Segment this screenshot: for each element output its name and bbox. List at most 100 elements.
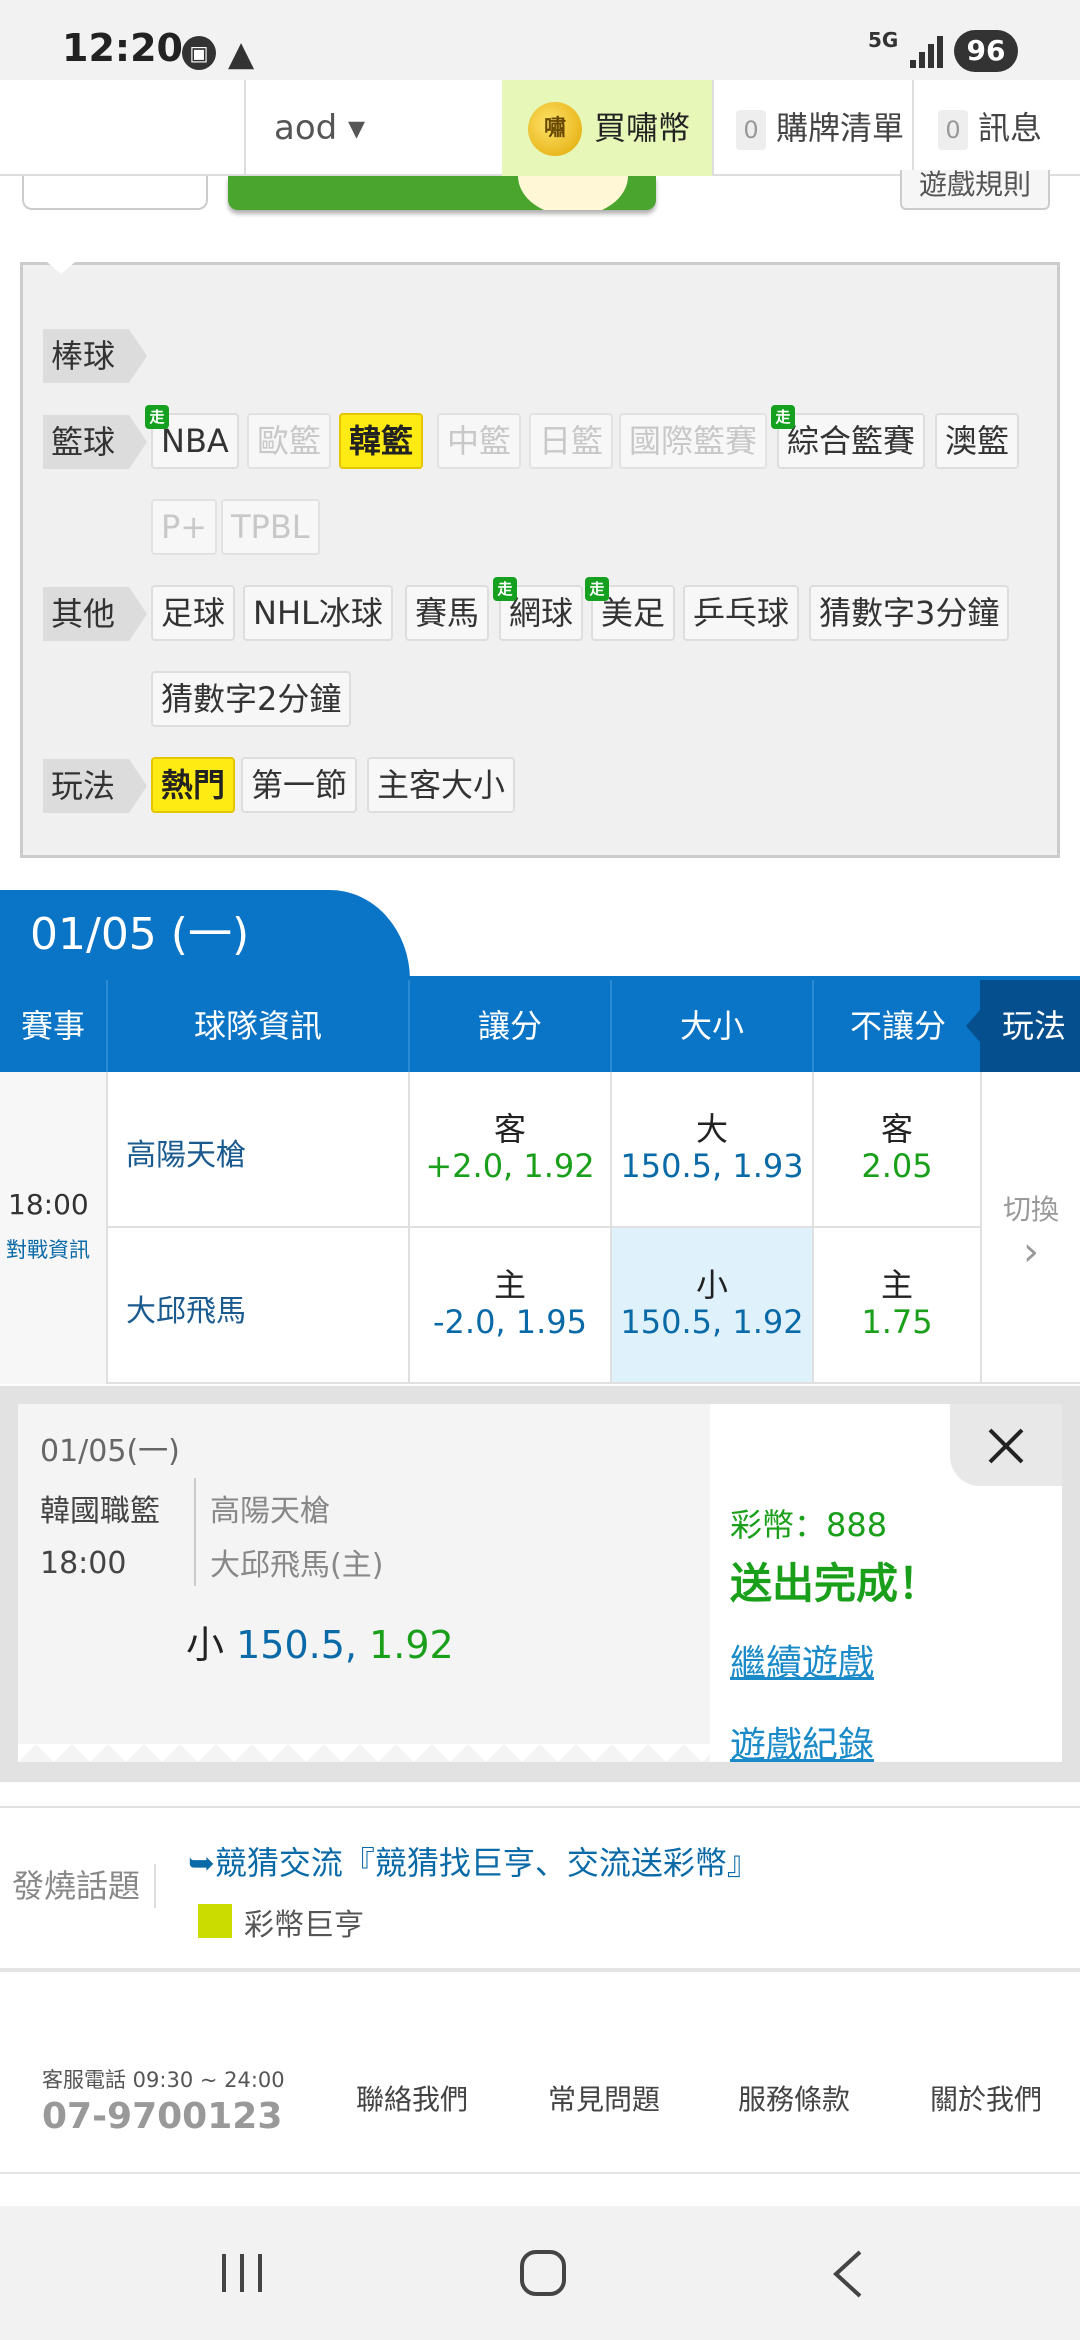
- slip-divider: [194, 1478, 196, 1586]
- odds-value: 1.75: [861, 1303, 933, 1341]
- away-team-name[interactable]: 高陽天槍: [126, 1130, 246, 1174]
- author-name: 彩幣巨亨: [244, 1908, 364, 1943]
- chip-tpbl[interactable]: TPBL: [221, 499, 320, 555]
- chip-popular[interactable]: 熱門: [151, 757, 236, 813]
- messages-label: 訊息: [978, 109, 1043, 147]
- header-team-info: 球隊資訊: [108, 980, 410, 1072]
- chip-p-plus[interactable]: P+: [151, 499, 218, 555]
- chip-label: 綜合籃賽: [787, 422, 916, 460]
- over-total-odds[interactable]: 大 150.5, 1.93: [612, 1072, 814, 1228]
- away-moneyline-odds[interactable]: 客 2.05: [814, 1072, 982, 1228]
- hot-topic-link[interactable]: ➥競猜交流『競猜找巨亨、交流送彩幣』: [188, 1838, 759, 1884]
- chip-euro-basketball[interactable]: 歐籃: [247, 413, 332, 469]
- chip-table-tennis[interactable]: 乒乓球: [683, 585, 800, 641]
- chip-australia-basketball[interactable]: 澳籃: [935, 413, 1020, 469]
- live-badge: 走: [145, 405, 169, 429]
- banner-left-box[interactable]: [22, 176, 208, 210]
- continue-game-link[interactable]: 繼續遊戲: [730, 1634, 874, 1686]
- category-play[interactable]: 玩法: [43, 759, 147, 813]
- chip-label: NBA: [161, 422, 229, 460]
- chip-japan-basketball[interactable]: 日籃: [529, 413, 614, 469]
- under-total-odds[interactable]: 小 150.5, 1.92: [612, 1228, 814, 1384]
- chip-first-quarter[interactable]: 第一節: [241, 757, 358, 813]
- cart-count: 0: [736, 110, 766, 150]
- away-spread-odds[interactable]: 客 +2.0, 1.92: [410, 1072, 612, 1228]
- switch-label: 切換: [1002, 1193, 1059, 1226]
- chip-tennis[interactable]: 走 網球: [493, 577, 584, 641]
- category-basketball[interactable]: 籃球: [43, 415, 147, 469]
- promo-banner[interactable]: [228, 176, 656, 210]
- bet-slip-summary: 01/05(一) 韓國職籃 18:00 高陽天槍 大邱飛馬(主) 小 150.5…: [18, 1404, 710, 1762]
- footer: 客服電話 09:30 ~ 24:00 07-9700123 聯絡我們 常見問題 …: [0, 1978, 1080, 2206]
- back-icon[interactable]: [830, 2248, 866, 2300]
- match-info-link[interactable]: 對戰資訊: [6, 1234, 90, 1264]
- filter-panel: 棒球 籃球 走 NBA 歐籃 韓籃 中籃 日籃 國際籃賽 走 綜合籃賽 澳籃 P…: [20, 262, 1060, 858]
- service-phone[interactable]: 07-9700123: [42, 2096, 282, 2137]
- header-play[interactable]: 玩法: [966, 980, 1080, 1072]
- chip-nhl[interactable]: NHL冰球: [243, 585, 393, 641]
- header-event: 賽事: [0, 980, 108, 1072]
- switch-play-button[interactable]: 切換 ›: [982, 1072, 1080, 1384]
- odds-value: -2.0, 1.95: [432, 1303, 588, 1341]
- home-spread-odds[interactable]: 主 -2.0, 1.95: [410, 1228, 612, 1384]
- pick-line: 150.5,: [236, 1623, 357, 1667]
- coin-icon: 嘯: [528, 102, 582, 156]
- game-history-link[interactable]: 遊戲紀錄: [730, 1716, 874, 1768]
- cart-label: 購牌清單: [776, 109, 905, 147]
- chip-american-football[interactable]: 走 美足: [585, 577, 676, 641]
- odds-label: 客: [493, 1110, 526, 1148]
- odds-label: 主: [493, 1266, 526, 1304]
- chip-guess-number-2min[interactable]: 猜數字2分鐘: [151, 671, 352, 727]
- home-icon[interactable]: [518, 2248, 568, 2298]
- recent-apps-icon[interactable]: [218, 2250, 266, 2296]
- home-moneyline-odds[interactable]: 主 1.75: [814, 1228, 982, 1384]
- odds-label: 小: [695, 1266, 728, 1304]
- buy-coins-button[interactable]: 嘯 買嘯幣: [502, 80, 712, 176]
- buy-coins-label: 買嘯幣: [594, 109, 691, 147]
- top-header: aod ▾ 嘯 買嘯幣 0 購牌清單 0 訊息: [0, 80, 1080, 176]
- home-team-name[interactable]: 大邱飛馬: [126, 1286, 246, 1330]
- date-tab[interactable]: 01/05 (一): [0, 890, 410, 980]
- odds-value: 150.5, 1.92: [620, 1303, 804, 1341]
- chip-international-basketball[interactable]: 國際籃賽: [619, 413, 768, 469]
- chip-korea-basketball[interactable]: 韓籃: [339, 413, 424, 469]
- close-button[interactable]: [950, 1404, 1062, 1486]
- match-time: 18:00: [8, 1188, 89, 1221]
- chip-guess-number-3min[interactable]: 猜數字3分鐘: [809, 585, 1010, 641]
- network-type: 5G: [868, 28, 899, 52]
- category-other[interactable]: 其他: [43, 587, 147, 641]
- category-baseball[interactable]: 棒球: [43, 329, 147, 383]
- chip-soccer[interactable]: 足球: [151, 585, 236, 641]
- live-badge: 走: [585, 577, 609, 601]
- submit-done-message: 送出完成！: [730, 1559, 941, 1608]
- header-total: 大小: [612, 980, 814, 1072]
- live-badge: 走: [493, 577, 517, 601]
- status-time: 12:20: [62, 26, 183, 70]
- odds-label: 客: [880, 1110, 913, 1148]
- slip-away-team: 高陽天槍: [210, 1494, 330, 1529]
- footer-faq-link[interactable]: 常見問題: [548, 2078, 660, 2118]
- signal-icon: [910, 34, 946, 68]
- chip-home-away-total[interactable]: 主客大小: [367, 757, 516, 813]
- footer-divider: [0, 2172, 1080, 2174]
- slip-time: 18:00: [40, 1546, 127, 1581]
- footer-terms-link[interactable]: 服務條款: [738, 2078, 850, 2118]
- hot-topics-label: 發燒話題: [12, 1864, 157, 1908]
- slip-home-team: 大邱飛馬(主): [210, 1548, 384, 1583]
- footer-contact-link[interactable]: 聯絡我們: [356, 2078, 468, 2118]
- slip-league: 韓國職籃: [40, 1494, 160, 1529]
- chip-mixed-basketball[interactable]: 走 綜合籃賽: [771, 405, 926, 469]
- hot-topic-author[interactable]: 彩幣巨亨: [198, 1900, 364, 1944]
- service-hours: 客服電話 09:30 ~ 24:00: [42, 2068, 285, 2092]
- chip-china-basketball[interactable]: 中籃: [437, 413, 522, 469]
- system-nav-bar: [0, 2206, 1080, 2340]
- cart-button[interactable]: 0 購牌清單: [712, 80, 912, 176]
- chip-horse-racing[interactable]: 賽馬: [405, 585, 490, 641]
- footer-about-link[interactable]: 關於我們: [930, 2078, 1042, 2118]
- mascot-image: [518, 176, 628, 210]
- user-menu[interactable]: aod ▾: [244, 80, 502, 176]
- live-badge: 走: [771, 405, 795, 429]
- game-rules-button[interactable]: 遊戲規則: [900, 170, 1050, 210]
- chip-nba[interactable]: 走 NBA: [145, 405, 239, 469]
- messages-button[interactable]: 0 訊息: [912, 80, 1080, 176]
